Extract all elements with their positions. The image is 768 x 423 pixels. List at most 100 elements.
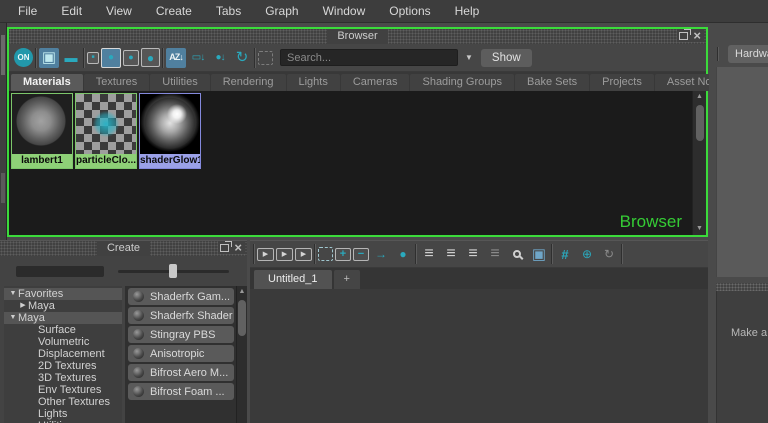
separator	[314, 244, 316, 264]
browser-tab[interactable]: Textures	[83, 74, 150, 91]
browser-tab[interactable]: Rendering	[210, 74, 286, 91]
tree-expand-icon[interactable]: ▼	[8, 312, 18, 324]
undock-icon[interactable]	[679, 28, 692, 40]
menu-item[interactable]: Edit	[49, 0, 94, 23]
browser-tab[interactable]: Utilities	[150, 74, 210, 91]
scroll-up-icon[interactable]: ▲	[696, 91, 703, 103]
tree-item[interactable]: ▼ Favorites	[4, 288, 122, 300]
undock-icon[interactable]	[220, 240, 233, 252]
material-swatch[interactable]: particleClo...	[75, 93, 137, 169]
view-swatch-name-button[interactable]: ▣	[39, 47, 59, 68]
pane-layout-button[interactable]: ▣	[529, 244, 549, 264]
browser-scrollbar[interactable]: ▲ ▼	[692, 91, 706, 235]
material-swatch[interactable]: lambert1	[11, 93, 73, 169]
filter-field[interactable]	[16, 265, 104, 277]
tree-item[interactable]: Surface	[4, 324, 122, 336]
scroll-up-icon[interactable]: ▲	[239, 286, 246, 298]
create-titlebar[interactable]: Create ×	[0, 240, 247, 256]
graph-input-output-button[interactable]: ▶	[276, 247, 293, 261]
close-icon[interactable]: ×	[692, 29, 702, 42]
right-side-panels: Hardware Make a s	[709, 23, 768, 423]
grid-toggle-button[interactable]: #	[555, 244, 575, 264]
swatch-size-small-button[interactable]: ■	[87, 51, 99, 64]
add-to-graph-button[interactable]: +	[335, 247, 351, 261]
frame-selected-button[interactable]	[258, 50, 273, 65]
node-list-item[interactable]: Bifrost Foam ...	[128, 383, 234, 400]
tree-item[interactable]: ▶ Maya	[4, 300, 122, 312]
menu-item[interactable]: Create	[144, 0, 204, 23]
tree-item[interactable]: 3D Textures	[4, 372, 122, 384]
graph-input-button[interactable]: ▶	[257, 247, 274, 261]
menu-item[interactable]: File	[6, 0, 49, 23]
menu-item[interactable]: Options	[377, 0, 442, 23]
work-area-tab[interactable]: +	[333, 270, 360, 289]
tree-item[interactable]: Displacement	[4, 348, 122, 360]
node-graph-canvas[interactable]	[250, 289, 708, 423]
show-connections-button[interactable]: →	[371, 244, 391, 264]
toggle-on-button[interactable]: ON	[14, 48, 33, 67]
menu-item[interactable]: Help	[443, 0, 492, 23]
tree-expand-icon[interactable]: ▼	[8, 288, 18, 300]
browser-tab[interactable]: Shading Groups	[410, 74, 514, 91]
swatch-size-slider[interactable]	[118, 263, 229, 278]
scrollbar-thumb[interactable]	[695, 105, 704, 141]
tree-item[interactable]: Lights	[4, 408, 122, 420]
menu-item[interactable]: Window	[311, 0, 378, 23]
history-button[interactable]: ↻	[599, 244, 619, 264]
panel-drag-handle[interactable]	[716, 283, 768, 291]
show-button[interactable]: Show	[480, 48, 532, 67]
menu-bar: File Edit View Create Tabs Graph Window Options…	[0, 0, 768, 23]
scroll-down-icon[interactable]: ▼	[696, 223, 703, 235]
remove-from-graph-button[interactable]: −	[353, 247, 369, 261]
sort-by-time-button[interactable]: ●↓	[210, 48, 230, 68]
separator	[253, 244, 255, 264]
layout-horizontal-button[interactable]: ≡	[419, 244, 439, 264]
swatch-size-medium-button[interactable]: ●	[101, 47, 121, 68]
sort-by-type-button[interactable]: ▭↓	[188, 48, 208, 68]
browser-tab[interactable]: Cameras	[340, 74, 410, 91]
scrollbar-thumb[interactable]	[238, 300, 246, 336]
browser-tab[interactable]: Bake Sets	[514, 74, 590, 91]
sort-alphabetical-button[interactable]: AZ↓	[166, 47, 186, 68]
browser-tab[interactable]: Lights	[286, 74, 340, 91]
search-filter-dropdown-icon[interactable]: ▼	[465, 53, 473, 62]
node-list-item[interactable]: Anisotropic	[128, 345, 234, 362]
node-list-item[interactable]: Stingray PBS	[128, 326, 234, 343]
search-input[interactable]	[280, 49, 458, 66]
renderer-dropdown[interactable]: Hardware	[728, 45, 768, 63]
menu-item[interactable]: Tabs	[204, 0, 253, 23]
node-list-scrollbar[interactable]: ▲	[236, 286, 247, 423]
browser-tab[interactable]: Materials	[11, 74, 83, 91]
swatch-size-xlarge-button[interactable]: ●	[141, 48, 160, 67]
connection-style-button[interactable]: ⊕	[577, 244, 597, 264]
view-list-button[interactable]: ▬	[61, 48, 81, 68]
node-list-item[interactable]: Bifrost Aero M...	[128, 364, 234, 381]
layout-collapse-button[interactable]: ≡	[485, 244, 505, 264]
frame-all-button[interactable]	[318, 247, 333, 261]
browser-tab[interactable]: Projects	[590, 74, 654, 91]
browser-toolbar: ON▣▬■●●●AZ↓▭↓●↓↻ ▼ Show	[9, 44, 706, 72]
tree-item[interactable]: Env Textures	[4, 384, 122, 396]
layout-full-button[interactable]: ≡	[463, 244, 483, 264]
panel-name-overlay: Browser	[619, 212, 682, 231]
menu-item[interactable]: Graph	[253, 0, 310, 23]
swatch-size-large-button[interactable]: ●	[123, 49, 139, 66]
tree-item[interactable]: Volumetric	[4, 336, 122, 348]
tree-item[interactable]: ▼ Maya	[4, 312, 122, 324]
tree-expand-icon[interactable]: ▶	[18, 300, 28, 312]
node-list-item[interactable]: Shaderfx Shader	[128, 307, 234, 324]
work-area-tab[interactable]: Untitled_1	[254, 270, 332, 289]
layout-vertical-button[interactable]: ≡	[441, 244, 461, 264]
graph-output-button[interactable]: ▶	[295, 247, 312, 261]
tree-item[interactable]: 2D Textures	[4, 360, 122, 372]
menu-item[interactable]: View	[94, 0, 144, 23]
refresh-button[interactable]: ↻	[232, 48, 252, 68]
slider-handle[interactable]	[169, 263, 178, 278]
material-swatch[interactable]: shaderGlow1	[139, 93, 201, 169]
pin-selection-button[interactable]: ●	[393, 244, 413, 264]
node-list-item[interactable]: Shaderfx Gam...	[128, 288, 234, 305]
search-nodes-button[interactable]	[507, 244, 527, 264]
close-icon[interactable]: ×	[233, 241, 243, 254]
browser-titlebar[interactable]: Browser ×	[9, 28, 706, 44]
tree-item[interactable]: Other Textures	[4, 396, 122, 408]
